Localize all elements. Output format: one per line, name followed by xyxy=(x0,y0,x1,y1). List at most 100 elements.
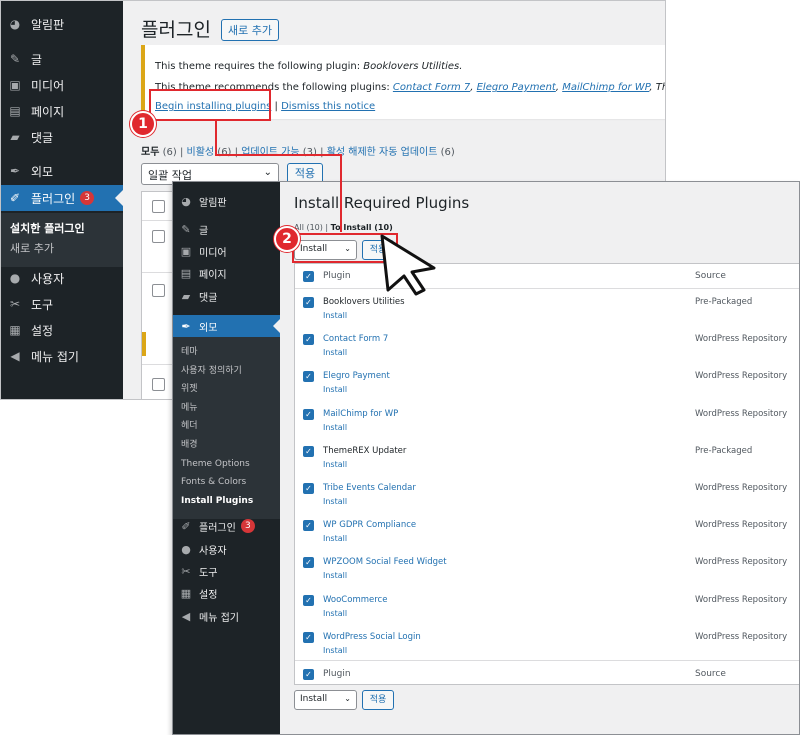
row-checkbox[interactable] xyxy=(152,378,165,391)
current-menu-arrow xyxy=(273,319,280,333)
link-contact-form-7[interactable]: Contact Form 7 xyxy=(393,82,470,93)
sidebar-item-comments[interactable]: ▰ 댓글 xyxy=(173,285,280,307)
install-link[interactable]: Install xyxy=(323,571,347,580)
sidebar-item-collapse[interactable]: ◀ 메뉴 접기 xyxy=(1,343,123,369)
sidebar-item-tools[interactable]: ✂ 도구 xyxy=(1,291,123,317)
apply-button-bottom[interactable]: 적용 xyxy=(362,690,394,710)
select-all-checkbox[interactable]: ✓ xyxy=(303,271,314,282)
install-link[interactable]: Install xyxy=(323,423,347,432)
sublink-all[interactable]: All (10) xyxy=(294,223,323,232)
comments-icon: ▰ xyxy=(10,130,20,144)
sidebar-item-settings[interactable]: ▦ 설정 xyxy=(173,582,280,604)
plugin-name[interactable]: Contact Form 7 xyxy=(323,334,388,344)
appearance-submenu-item[interactable]: 위젯 xyxy=(173,380,280,399)
required-plugins-table: ✓ Plugin Source ✓ Booklovers Utilities Instal… xyxy=(294,263,799,685)
plugin-name: ThemeREX Updater xyxy=(323,445,407,456)
appearance-submenu-item[interactable]: 메뉴 xyxy=(173,399,280,418)
sidebar-item-tools[interactable]: ✂ 도구 xyxy=(173,560,280,582)
filter-update-available[interactable]: 업데이트 가능 xyxy=(241,147,299,158)
sidebar-item-media[interactable]: ▣ 미디어 xyxy=(173,240,280,262)
appearance-submenu-item[interactable]: 배경 xyxy=(173,436,280,455)
row-checkbox[interactable]: ✓ xyxy=(303,483,314,494)
install-required-plugins-screenshot: ◕ 알림판 ✎ 글 ▣ 미디어 ▤ 페이지 ▰ 댓글 ✒ 외모 ✐ 플러그인 3 ● 사용자 ✂ 도구 ▦ 설정 ◀ 메뉴 … xyxy=(172,181,800,735)
row-checkbox[interactable] xyxy=(152,284,165,297)
install-link[interactable]: Install xyxy=(323,348,347,357)
sidebar-item-settings[interactable]: ▦ 설정 xyxy=(1,317,123,343)
row-checkbox[interactable]: ✓ xyxy=(303,408,314,420)
select-all-checkbox[interactable] xyxy=(152,200,165,213)
sidebar-item-collapse[interactable]: ◀ 메뉴 접기 xyxy=(173,605,280,627)
sidebar-item-pin[interactable]: ✎ 글 xyxy=(1,46,123,72)
sidebar-item-appearance[interactable]: ✒ 외모 xyxy=(173,315,280,337)
install-link[interactable]: Install xyxy=(323,460,347,469)
install-link[interactable]: Install xyxy=(323,497,347,506)
sidebar-item-label: 설정 xyxy=(199,589,218,601)
submenu-add-new[interactable]: 새로 추가 xyxy=(1,239,123,259)
plugin-name[interactable]: WP GDPR Compliance xyxy=(323,520,416,530)
install-link[interactable]: Install xyxy=(323,311,347,320)
install-link[interactable]: Install xyxy=(323,646,347,655)
appearance-submenu-item[interactable]: Fonts & Colors xyxy=(173,473,280,492)
filter-all[interactable]: 모두 xyxy=(141,147,159,158)
appearance-submenu-item[interactable]: 헤더 xyxy=(173,417,280,436)
row-checkbox[interactable]: ✓ xyxy=(303,445,314,457)
column-header-plugin[interactable]: Plugin xyxy=(323,271,351,281)
dismiss-notice-link[interactable]: Dismiss this notice xyxy=(281,101,375,112)
sidebar-item-comments[interactable]: ▰ 댓글 xyxy=(1,124,123,150)
sidebar-item-dashboard[interactable]: ◕ 알림판 xyxy=(1,11,123,37)
sidebar-item-users[interactable]: ● 사용자 xyxy=(1,265,123,291)
pages-icon: ▤ xyxy=(180,266,192,280)
sidebar-item-appearance[interactable]: ✒ 외모 xyxy=(1,158,123,184)
column-header-plugin[interactable]: Plugin xyxy=(323,669,351,679)
sidebar-item-pages[interactable]: ▤ 페이지 xyxy=(1,98,123,124)
row-checkbox[interactable] xyxy=(152,230,165,243)
row-checkbox[interactable]: ✓ xyxy=(303,631,314,643)
sidebar-item-label: 알림판 xyxy=(31,17,65,32)
row-checkbox[interactable]: ✓ xyxy=(303,371,314,383)
plugin-source: WordPress Repository xyxy=(695,520,788,531)
plugin-name[interactable]: WordPress Social Login xyxy=(323,632,421,642)
appearance-submenu-item[interactable]: 테마 xyxy=(173,343,280,362)
plugin-name[interactable]: Tribe Events Calendar xyxy=(323,483,416,493)
filter-auto-update-disabled[interactable]: 활성 해제한 자동 업데이트 xyxy=(327,147,438,158)
row-checkbox[interactable]: ✓ xyxy=(303,297,314,308)
sidebar-item-pin[interactable]: ✎ 글 xyxy=(173,218,280,240)
pointer-cursor-icon xyxy=(380,234,436,296)
install-link[interactable]: Install xyxy=(323,609,347,618)
sidebar-item-users[interactable]: ● 사용자 xyxy=(173,538,280,560)
table-row: ✓ WooCommerce Install WordPress Repository xyxy=(295,588,799,625)
dashboard-icon: ◕ xyxy=(9,17,21,31)
sidebar-item-media[interactable]: ▣ 미디어 xyxy=(1,72,123,98)
sidebar-item-label: 사용자 xyxy=(199,545,227,557)
pin-icon: ✎ xyxy=(181,222,191,236)
appearance-submenu-item[interactable]: Install Plugins xyxy=(173,492,280,511)
appearance-submenu-item[interactable]: Theme Options xyxy=(173,455,280,474)
select-all-checkbox[interactable]: ✓ xyxy=(303,669,314,680)
sidebar-item-label: 플러그인 xyxy=(199,522,236,534)
row-checkbox[interactable]: ✓ xyxy=(303,520,314,532)
sidebar-item-plugins[interactable]: ✐ 플러그인 3 xyxy=(1,185,123,211)
row-checkbox[interactable]: ✓ xyxy=(303,334,314,346)
plugin-name[interactable]: WooCommerce xyxy=(323,595,387,605)
bulk-action-select-bottom[interactable]: Install ⌄ xyxy=(294,690,357,710)
filter-inactive[interactable]: 비활성 xyxy=(187,147,215,158)
plugins-submenu: 설치한 플러그인 새로 추가 xyxy=(1,213,123,267)
plugin-sublinks: All (10) | To Install (10) xyxy=(294,223,393,232)
sidebar-item-label: 미디어 xyxy=(31,78,65,93)
plugins-icon: ✐ xyxy=(9,191,21,205)
plugin-name[interactable]: WPZOOM Social Feed Widget xyxy=(323,557,447,567)
link-elegro-payment[interactable]: Elegro Payment xyxy=(477,82,556,93)
sidebar-item-dashboard[interactable]: ◕ 알림판 xyxy=(173,190,280,212)
row-checkbox[interactable]: ✓ xyxy=(303,557,314,569)
install-link[interactable]: Install xyxy=(323,534,347,543)
plugin-name[interactable]: Elegro Payment xyxy=(323,371,390,381)
row-checkbox[interactable]: ✓ xyxy=(303,594,314,606)
link-mailchimp[interactable]: MailChimp for WP xyxy=(562,82,649,93)
install-link[interactable]: Install xyxy=(323,385,347,394)
plugin-name[interactable]: MailChimp for WP xyxy=(323,409,398,419)
chevron-down-icon: ⌄ xyxy=(344,694,351,703)
add-new-plugin-button[interactable]: 새로 추가 xyxy=(221,19,279,41)
submenu-installed-plugins[interactable]: 설치한 플러그인 xyxy=(1,219,123,239)
sidebar-item-pages[interactable]: ▤ 페이지 xyxy=(173,262,280,284)
appearance-submenu-item[interactable]: 사용자 정의하기 xyxy=(173,362,280,381)
